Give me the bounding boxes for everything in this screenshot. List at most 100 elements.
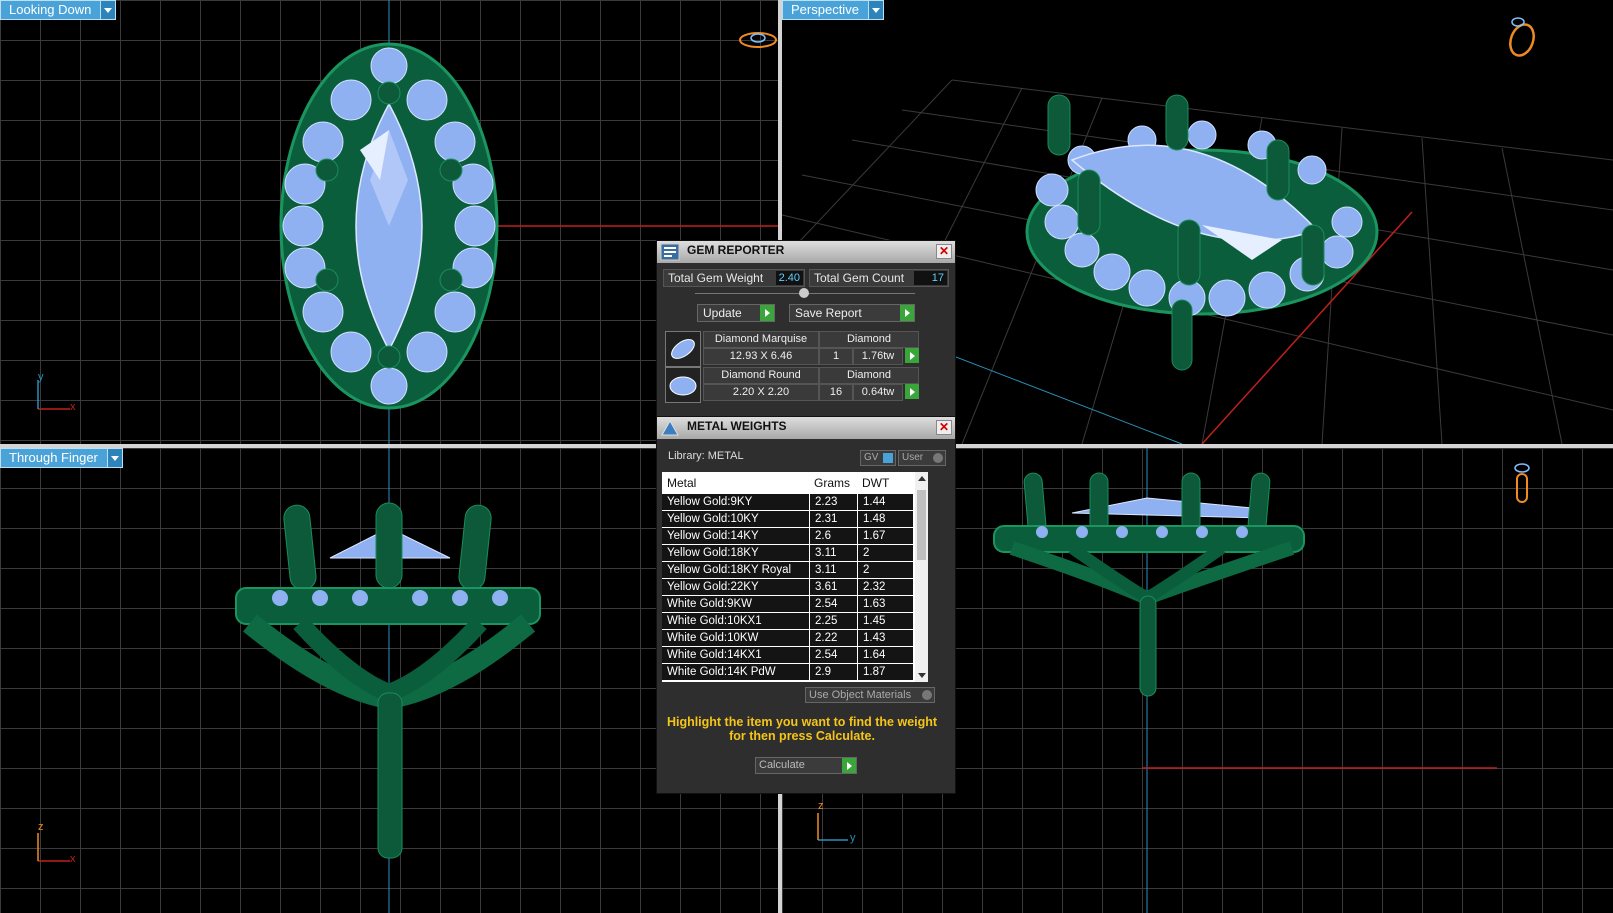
metal-cell: Yellow Gold:9KY — [662, 494, 810, 510]
user-label: User — [902, 452, 924, 463]
viewport-label-perspective[interactable]: Perspective — [782, 0, 884, 20]
play-icon — [900, 305, 914, 321]
table-row[interactable]: White Gold:14K PdW 2.9 1.87 — [662, 664, 926, 680]
gem-reporter-title: GEM REPORTER — [687, 243, 785, 257]
metal-cell: Yellow Gold:22KY — [662, 579, 810, 595]
grams-cell: 2.6 — [810, 528, 858, 544]
library-label: Library: METAL — [668, 450, 744, 462]
table-row[interactable]: White Gold:14KX1 2.54 1.64 — [662, 647, 926, 663]
gem-row[interactable]: Diamond Marquise Diamond 12.93 X 6.46 1 … — [665, 331, 923, 367]
table-row[interactable]: White Gold:9KW 2.54 1.63 — [662, 596, 926, 612]
user-toggle[interactable]: User — [898, 450, 946, 466]
table-row[interactable]: White Gold:10KW 2.22 1.43 — [662, 630, 926, 646]
close-icon[interactable]: ✕ — [936, 244, 952, 259]
metal-cell: White Gold:10KW — [662, 630, 810, 646]
metal-cell: White Gold:9KW — [662, 596, 810, 612]
ring-view-icon[interactable] — [738, 28, 778, 52]
dwt-cell: 1.43 — [858, 630, 914, 646]
table-row[interactable]: Yellow Gold:10KY 2.31 1.48 — [662, 511, 926, 527]
use-object-materials-toggle[interactable]: Use Object Materials — [805, 687, 935, 703]
gem-reporter-panel: GEM REPORTER ✕ Total Gem Weight 2.40 Tot… — [656, 240, 956, 418]
table-row[interactable]: Yellow Gold:18KY Royal 3.11 2 — [662, 562, 926, 578]
update-button[interactable]: Update — [697, 304, 775, 322]
play-icon — [760, 305, 774, 321]
scrollbar-thumb[interactable] — [917, 490, 926, 560]
total-gem-weight-label: Total Gem Weight — [668, 271, 764, 285]
metal-weights-titlebar[interactable]: METAL WEIGHTS ✕ — [657, 417, 955, 439]
viewport-label-text: Through Finger — [9, 450, 98, 465]
scroll-down-icon[interactable] — [918, 673, 926, 678]
play-icon — [905, 384, 919, 399]
dwt-cell: 2 — [858, 545, 914, 561]
column-header-grams[interactable]: Grams — [814, 476, 850, 490]
hint-text-line1: Highlight the item you want to find the … — [666, 715, 938, 729]
axis-y-label: y — [38, 371, 44, 383]
dwt-cell: 2.32 — [858, 579, 914, 595]
chevron-down-icon[interactable] — [106, 449, 122, 467]
metal-weights-panel: METAL WEIGHTS ✕ Library: METAL GV User M… — [656, 416, 956, 794]
column-header-dwt[interactable]: DWT — [862, 476, 889, 490]
total-gem-count-value: 17 — [914, 271, 947, 285]
grams-cell: 2.22 — [810, 630, 858, 646]
dwt-cell: 1.64 — [858, 647, 914, 663]
gem-row[interactable]: Diamond Round Diamond 2.20 X 2.20 16 0.6… — [665, 367, 923, 403]
chevron-down-icon[interactable] — [867, 1, 883, 19]
axis-y-label: y — [850, 832, 856, 844]
save-report-button[interactable]: Save Report — [789, 304, 915, 322]
gem-row-go-button[interactable] — [905, 384, 919, 399]
dwt-cell: 1.45 — [858, 613, 914, 629]
table-row[interactable]: Yellow Gold:14KY 2.6 1.67 — [662, 528, 926, 544]
calculate-button[interactable]: Calculate — [755, 757, 857, 774]
vertical-scrollbar[interactable] — [915, 472, 928, 682]
axis-x-label: x — [70, 401, 76, 413]
table-row[interactable]: Yellow Gold:18KY 3.11 2 — [662, 545, 926, 561]
metal-weights-table[interactable]: Metal Grams DWT Yellow Gold:9KY 2.23 1.44 Y… — [662, 472, 928, 682]
dwt-cell: 1.67 — [858, 528, 914, 544]
dwt-cell: 1.44 — [858, 494, 914, 510]
metal-cell: Yellow Gold:10KY — [662, 511, 810, 527]
save-report-button-label: Save Report — [795, 306, 862, 320]
grams-cell: 2.9 — [810, 664, 858, 680]
gv-label: GV — [864, 452, 879, 463]
axis-z-label: z — [38, 821, 44, 833]
ring-view-icon[interactable] — [1510, 460, 1534, 504]
gear-icon — [933, 453, 943, 463]
gem-reporter-icon — [660, 243, 680, 261]
table-row[interactable]: Yellow Gold:22KY 3.61 2.32 — [662, 579, 926, 595]
axis-x-label: x — [70, 853, 76, 865]
grams-cell: 2.31 — [810, 511, 858, 527]
total-gem-weight-value: 2.40 — [776, 271, 803, 285]
gem-row-go-button[interactable] — [905, 348, 919, 363]
gem-weight: 1.76tw — [853, 348, 903, 365]
gem-count: 1 — [819, 348, 853, 365]
play-icon — [905, 348, 919, 363]
gem-reporter-titlebar[interactable]: GEM REPORTER ✕ — [657, 241, 955, 263]
close-icon[interactable]: ✕ — [936, 420, 952, 435]
viewport-label-text: Looking Down — [9, 2, 92, 17]
scroll-up-icon[interactable] — [918, 476, 926, 481]
metal-cell: White Gold:10KX1 — [662, 613, 810, 629]
hint-text-line2: for then press Calculate. — [729, 729, 875, 743]
metal-cell: White Gold:14K PdW — [662, 664, 810, 680]
column-header-metal[interactable]: Metal — [667, 476, 696, 490]
metal-cell: Yellow Gold:18KY Royal — [662, 562, 810, 578]
dwt-cell: 2 — [858, 562, 914, 578]
gem-name: Diamond Marquise — [703, 331, 819, 348]
gem-type: Diamond — [819, 331, 919, 348]
table-row[interactable]: White Gold:10KX1 2.25 1.45 — [662, 613, 926, 629]
grams-cell: 2.54 — [810, 647, 858, 663]
gv-toggle[interactable]: GV — [860, 450, 896, 466]
chevron-down-icon[interactable] — [100, 1, 116, 19]
gem-type: Diamond — [819, 367, 919, 384]
play-icon — [842, 758, 856, 773]
table-header: Metal Grams DWT — [662, 472, 914, 494]
gem-size: 2.20 X 2.20 — [703, 384, 819, 401]
collapse-handle-icon[interactable] — [799, 288, 809, 298]
viewport-label-looking-down[interactable]: Looking Down — [0, 0, 117, 20]
metal-cell: White Gold:14KX1 — [662, 647, 810, 663]
ring-view-icon[interactable] — [1504, 12, 1540, 60]
table-row[interactable]: Yellow Gold:9KY 2.23 1.44 — [662, 494, 926, 510]
marquise-gem-icon — [665, 331, 701, 367]
update-button-label: Update — [703, 306, 742, 320]
viewport-label-through-finger[interactable]: Through Finger — [0, 448, 123, 468]
